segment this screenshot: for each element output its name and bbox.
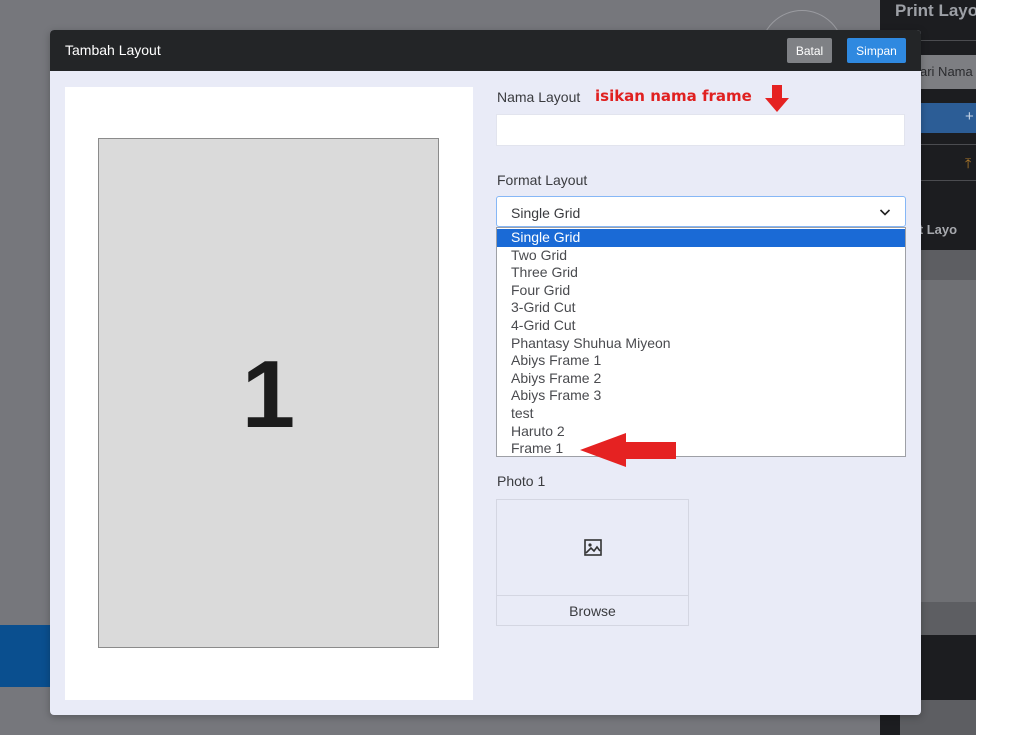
save-button[interactable]: Simpan [847,38,906,63]
format-option-single-grid[interactable]: Single Grid [497,229,905,247]
layout-preview: 1 [65,87,473,700]
background-panel-title: Print Layo [895,1,976,20]
format-option-abiys-frame-3[interactable]: Abiys Frame 3 [497,387,905,405]
format-option-four-grid[interactable]: Four Grid [497,282,905,300]
red-arrow-down-icon [765,85,789,112]
format-layout-select[interactable]: Single Grid [496,196,906,227]
modal-header: Tambah Layout Batal Simpan [50,30,921,71]
format-option-haruto-2[interactable]: Haruto 2 [497,423,905,441]
grid-cell-number: 1 [241,341,296,448]
format-option-phantasy[interactable]: Phantasy Shuhua Miyeon [497,335,905,353]
background-search-placeholder: ari Nama [920,64,973,79]
background-plus-icon: + [965,108,974,125]
format-option-abiys-frame-1[interactable]: Abiys Frame 1 [497,352,905,370]
format-option-frame-1[interactable]: Frame 1 [497,440,905,458]
image-icon [583,539,602,556]
format-layout-options: Single Grid Two Grid Three Grid Four Gri… [496,227,906,457]
format-option-two-grid[interactable]: Two Grid [497,247,905,265]
background-upload-icon: ⤒ [965,155,972,171]
chevron-down-icon [879,209,891,216]
cancel-button[interactable]: Batal [787,38,832,63]
format-selected-value: Single Grid [511,205,581,221]
preview-grid-cell: 1 [98,138,439,648]
modal-title: Tambah Layout [65,42,161,58]
browse-button[interactable]: Browse [496,596,689,626]
format-option-three-grid[interactable]: Three Grid [497,264,905,282]
format-option-test[interactable]: test [497,405,905,423]
photo-upload-box[interactable] [496,499,689,596]
annotation-text: isikan nama frame [595,87,752,105]
red-arrow-left-icon [580,433,676,467]
format-layout-label: Format Layout [497,172,588,188]
format-option-4-grid-cut[interactable]: 4-Grid Cut [497,317,905,335]
layout-name-label: Nama Layout [497,89,581,105]
photo-1-label: Photo 1 [497,473,546,489]
format-option-3-grid-cut[interactable]: 3-Grid Cut [497,299,905,317]
layout-name-input[interactable] [496,114,905,146]
background-blue-bar [0,625,50,687]
add-layout-modal: Tambah Layout Batal Simpan 1 Nama Layout… [50,30,921,715]
format-option-abiys-frame-2[interactable]: Abiys Frame 2 [497,370,905,388]
